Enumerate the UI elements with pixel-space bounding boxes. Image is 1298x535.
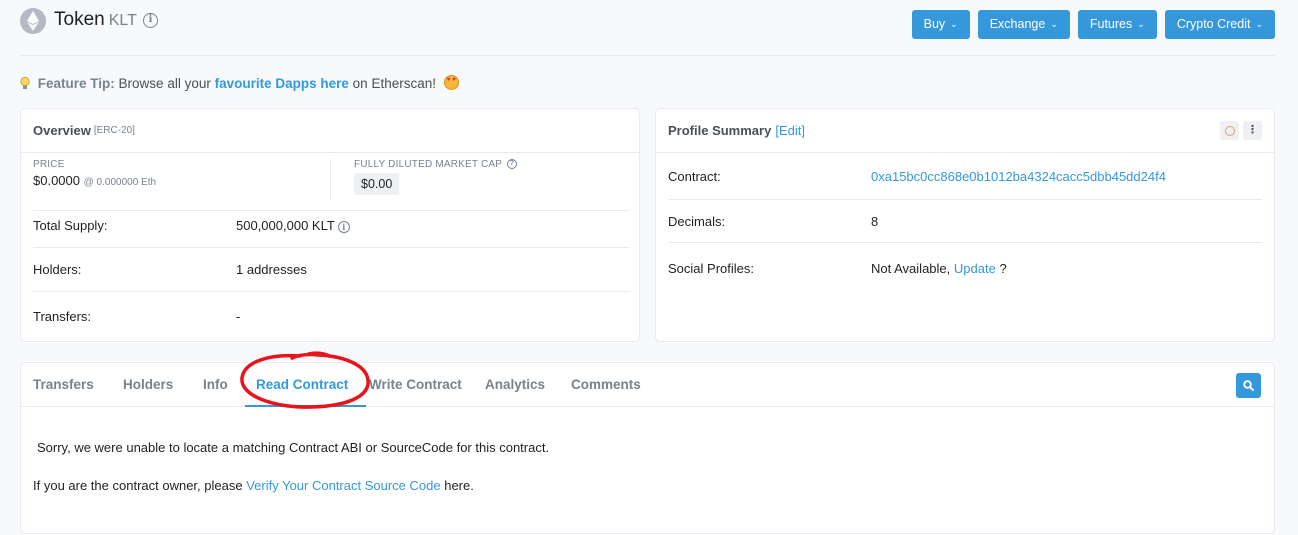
info-icon[interactable]: i: [337, 220, 350, 233]
lightbulb-icon: [20, 77, 30, 89]
profile-summary-header: Profile Summary [Edit] ⋮: [656, 109, 1274, 153]
search-icon: [1243, 380, 1254, 391]
decimals-value: 8: [871, 213, 879, 229]
total-supply-row: Total Supply: 500,000,000 KLT i: [33, 204, 629, 248]
price-block: PRICE $0.0000 @ 0.000000 Eth: [33, 159, 156, 188]
market-cap-label: FULLY DILUTED MARKET CAP: [354, 159, 502, 170]
crypto-credit-button[interactable]: Crypto Credit ⌄: [1164, 10, 1275, 39]
exchange-button-label: Exchange: [989, 17, 1046, 31]
token-standard-badge: [ERC-20]: [93, 125, 135, 136]
chevron-down-icon: ⌄: [1255, 19, 1263, 29]
price-value: $0.0000: [33, 173, 80, 188]
social-profiles-value: Not Available, Update ?: [871, 261, 1007, 276]
verify-message-suffix: here.: [444, 478, 474, 493]
verify-message-text: If you are the contract owner, please: [33, 478, 243, 493]
contract-row: Contract: 0xa15bc0cc868e0b1012ba4324cacc…: [668, 154, 1262, 200]
page-title: Token KLT: [54, 9, 137, 31]
total-supply-value-wrap: 500,000,000 KLT i: [236, 218, 350, 233]
transfers-row: Transfers: -: [33, 294, 629, 338]
tab-transfers[interactable]: Transfers: [33, 377, 94, 392]
feature-tip-label: Feature Tip:: [37, 76, 115, 91]
social-profiles-key: Social Profiles:: [668, 260, 754, 276]
tab-info[interactable]: Info: [203, 377, 228, 392]
tab-comments[interactable]: Comments: [571, 377, 641, 392]
edit-link[interactable]: [Edit]: [775, 123, 805, 138]
holders-value: 1 addresses: [236, 262, 307, 277]
active-tab-indicator: [245, 405, 366, 407]
favourite-dapps-link[interactable]: favourite Dapps here: [215, 76, 349, 91]
profile-actions: ⋮: [1220, 121, 1262, 140]
transfers-value: -: [236, 308, 241, 324]
page-header: Token KLT i Buy ⌄ Exchange ⌄ Futures ⌄ Crypt…: [20, 0, 1275, 56]
buy-button-label: Buy: [923, 17, 946, 31]
more-options-button[interactable]: ⋮: [1243, 121, 1262, 140]
verify-message: If you are the contract owner, please Ve…: [33, 478, 474, 493]
price-value-line: $0.0000 @ 0.000000 Eth: [33, 173, 156, 188]
market-cap-label-line: FULLY DILUTED MARKET CAP ?: [354, 159, 517, 170]
no-abi-message: Sorry, we were unable to locate a matchi…: [37, 440, 550, 455]
profile-summary-title: Profile Summary: [668, 123, 772, 138]
tab-bar: Transfers Holders Info Read Contract Wri…: [21, 363, 1274, 407]
overview-card: Overview [ERC-20] PRICE $0.0000 @ 0.0000…: [20, 108, 640, 342]
buy-button[interactable]: Buy ⌄: [911, 10, 970, 39]
ethereum-logo-icon: [20, 8, 46, 34]
contract-key: Contract:: [668, 169, 721, 184]
update-link[interactable]: Update: [954, 261, 996, 276]
transfers-key: Transfers:: [33, 308, 92, 324]
social-profiles-text: Not Available,: [871, 260, 951, 276]
overview-title: Overview: [33, 123, 91, 138]
futures-button[interactable]: Futures ⌄: [1077, 10, 1157, 39]
price-eth: @ 0.000000 Eth: [83, 177, 157, 188]
token-symbol: KLT: [108, 12, 137, 29]
chevron-down-icon: ⌄: [1050, 19, 1058, 29]
verify-source-code-link[interactable]: Verify Your Contract Source Code: [246, 478, 440, 493]
feature-tip-suffix: on Etherscan!: [352, 76, 436, 91]
social-profiles-row: Social Profiles: Not Available, Update ?: [668, 243, 1262, 293]
futures-button-label: Futures: [1089, 17, 1133, 31]
decimals-row: Decimals: 8: [668, 200, 1262, 243]
feature-tip-text: Browse all your: [118, 76, 211, 91]
chevron-down-icon: ⌄: [1137, 19, 1145, 29]
decimals-key: Decimals:: [668, 213, 726, 229]
more-vertical-icon: ⋮: [1247, 124, 1258, 136]
overview-header: Overview [ERC-20]: [21, 109, 639, 153]
market-cap-block: FULLY DILUTED MARKET CAP ? $0.00: [354, 159, 517, 195]
tab-holders[interactable]: Holders: [123, 377, 173, 392]
exchange-button[interactable]: Exchange ⌄: [977, 10, 1070, 39]
question-icon[interactable]: ?: [506, 159, 517, 170]
header-buttons: Buy ⌄ Exchange ⌄ Futures ⌄ Crypto Credit ⌄: [911, 10, 1275, 39]
social-profiles-suffix: ?: [999, 260, 1007, 276]
crypto-credit-button-label: Crypto Credit: [1176, 17, 1251, 31]
total-supply-key: Total Supply:: [33, 218, 108, 233]
contract-address-link[interactable]: 0xa15bc0cc868e0b1012ba4324cacc5dbb45dd24…: [871, 169, 1166, 184]
profile-summary-card: Profile Summary [Edit] ⋮ Contract: 0xa15…: [655, 108, 1275, 342]
tab-write-contract[interactable]: Write Contract: [369, 377, 462, 392]
total-supply-value: 500,000,000 KLT: [236, 218, 335, 233]
chevron-down-icon: ⌄: [950, 19, 958, 29]
feature-tip: Feature Tip: Browse all your favourite D…: [20, 73, 459, 91]
circle-icon: [1224, 125, 1235, 136]
token-title: Token: [54, 9, 105, 30]
holders-row: Holders: 1 addresses: [33, 248, 629, 292]
search-button[interactable]: [1236, 373, 1261, 398]
reputation-button[interactable]: [1220, 121, 1239, 140]
holders-key: Holders:: [33, 262, 82, 277]
info-icon[interactable]: i: [143, 13, 158, 28]
tab-read-contract[interactable]: Read Contract: [256, 377, 348, 392]
market-cap-value: $0.00: [354, 173, 400, 195]
tab-analytics[interactable]: Analytics: [485, 377, 545, 392]
tabs-card: Transfers Holders Info Read Contract Wri…: [20, 362, 1275, 534]
price-label: PRICE: [33, 159, 65, 170]
divider: [330, 159, 331, 201]
heart-eyes-emoji-icon: [443, 75, 459, 90]
